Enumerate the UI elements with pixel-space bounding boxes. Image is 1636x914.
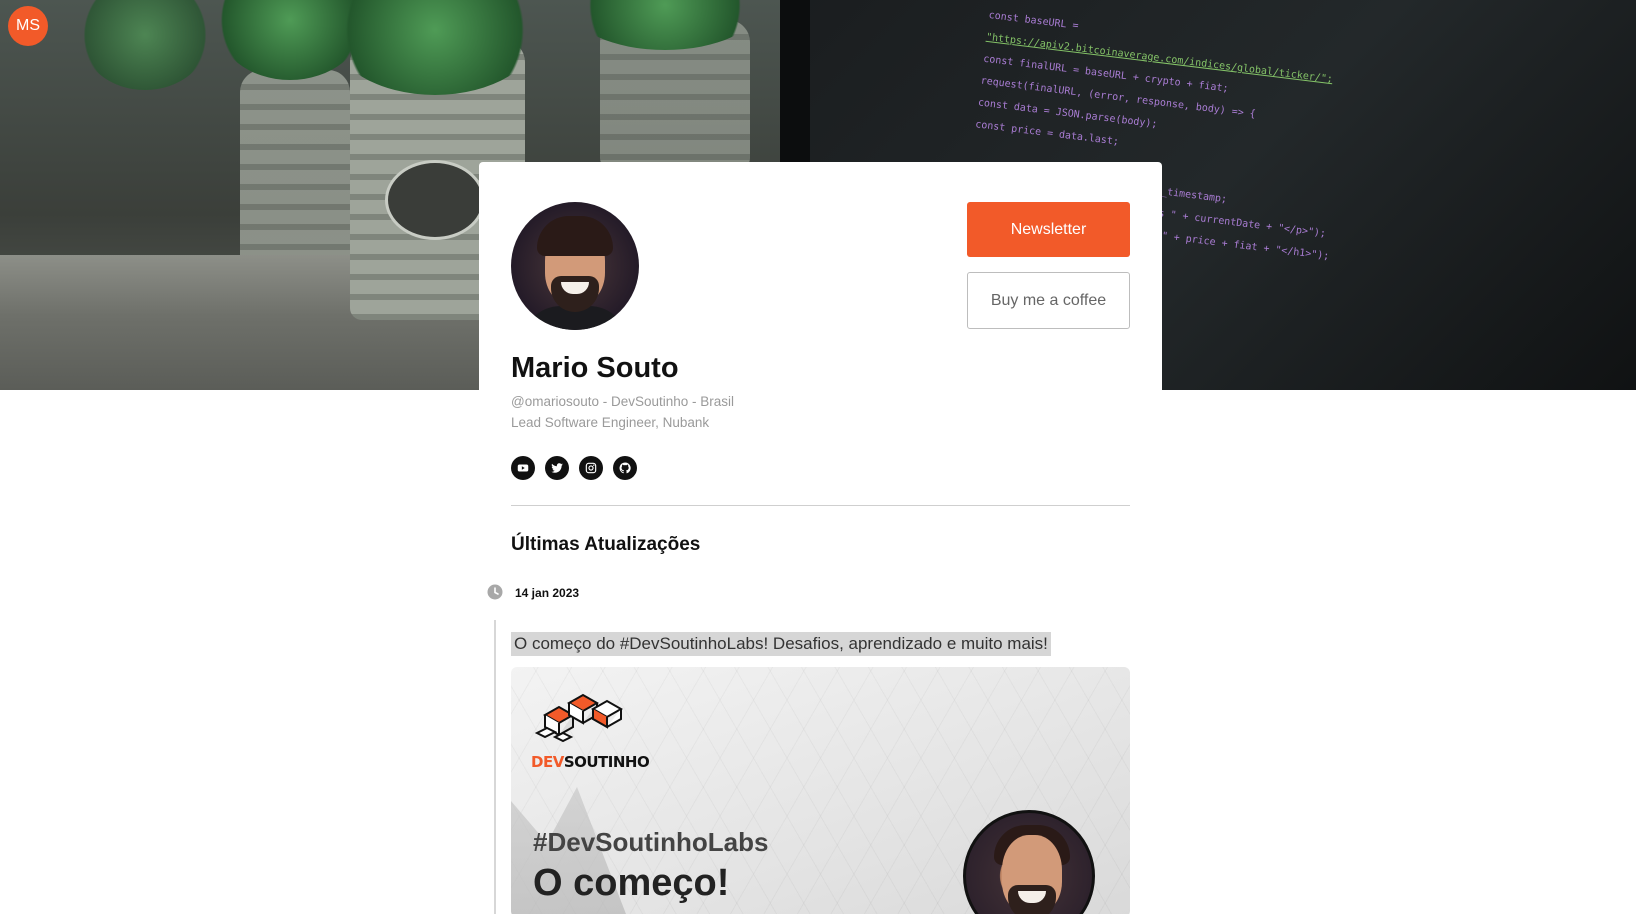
profile-name: Mario Souto [511, 352, 679, 384]
profile-card: Newsletter Buy me a coffee Mario Souto @… [479, 162, 1162, 914]
post-image-tag: #DevSoutinhoLabs [533, 827, 769, 857]
site-avatar[interactable]: MS [8, 6, 48, 46]
devsoutinho-logo-icon [534, 693, 624, 743]
social-links [511, 456, 637, 480]
updates-heading: Últimas Atualizações [511, 534, 701, 555]
youtube-icon[interactable] [511, 456, 535, 480]
divider [511, 505, 1130, 506]
github-icon[interactable] [613, 456, 637, 480]
newsletter-button[interactable]: Newsletter [967, 202, 1130, 257]
instagram-icon[interactable] [579, 456, 603, 480]
twitter-icon[interactable] [545, 456, 569, 480]
buy-me-a-coffee-button[interactable]: Buy me a coffee [967, 272, 1130, 329]
post-image-headline: O começo! [533, 862, 730, 904]
profile-handle: @omariosouto - DevSoutinho - Brasil [511, 394, 735, 409]
timeline-line [494, 620, 496, 914]
profile-role: Lead Software Engineer, Nubank [511, 415, 710, 430]
post-image-brand: DEVSOUTINHO [531, 753, 650, 771]
post-title-link[interactable]: O começo do #DevSoutinhoLabs! Desafios, … [511, 632, 1051, 656]
profile-photo [511, 202, 639, 330]
clock-icon [487, 584, 503, 600]
post-cover-image[interactable]: DEVSOUTINHO #DevSoutinhoLabs O começo! [511, 667, 1130, 914]
post-date: 14 jan 2023 [515, 586, 580, 600]
